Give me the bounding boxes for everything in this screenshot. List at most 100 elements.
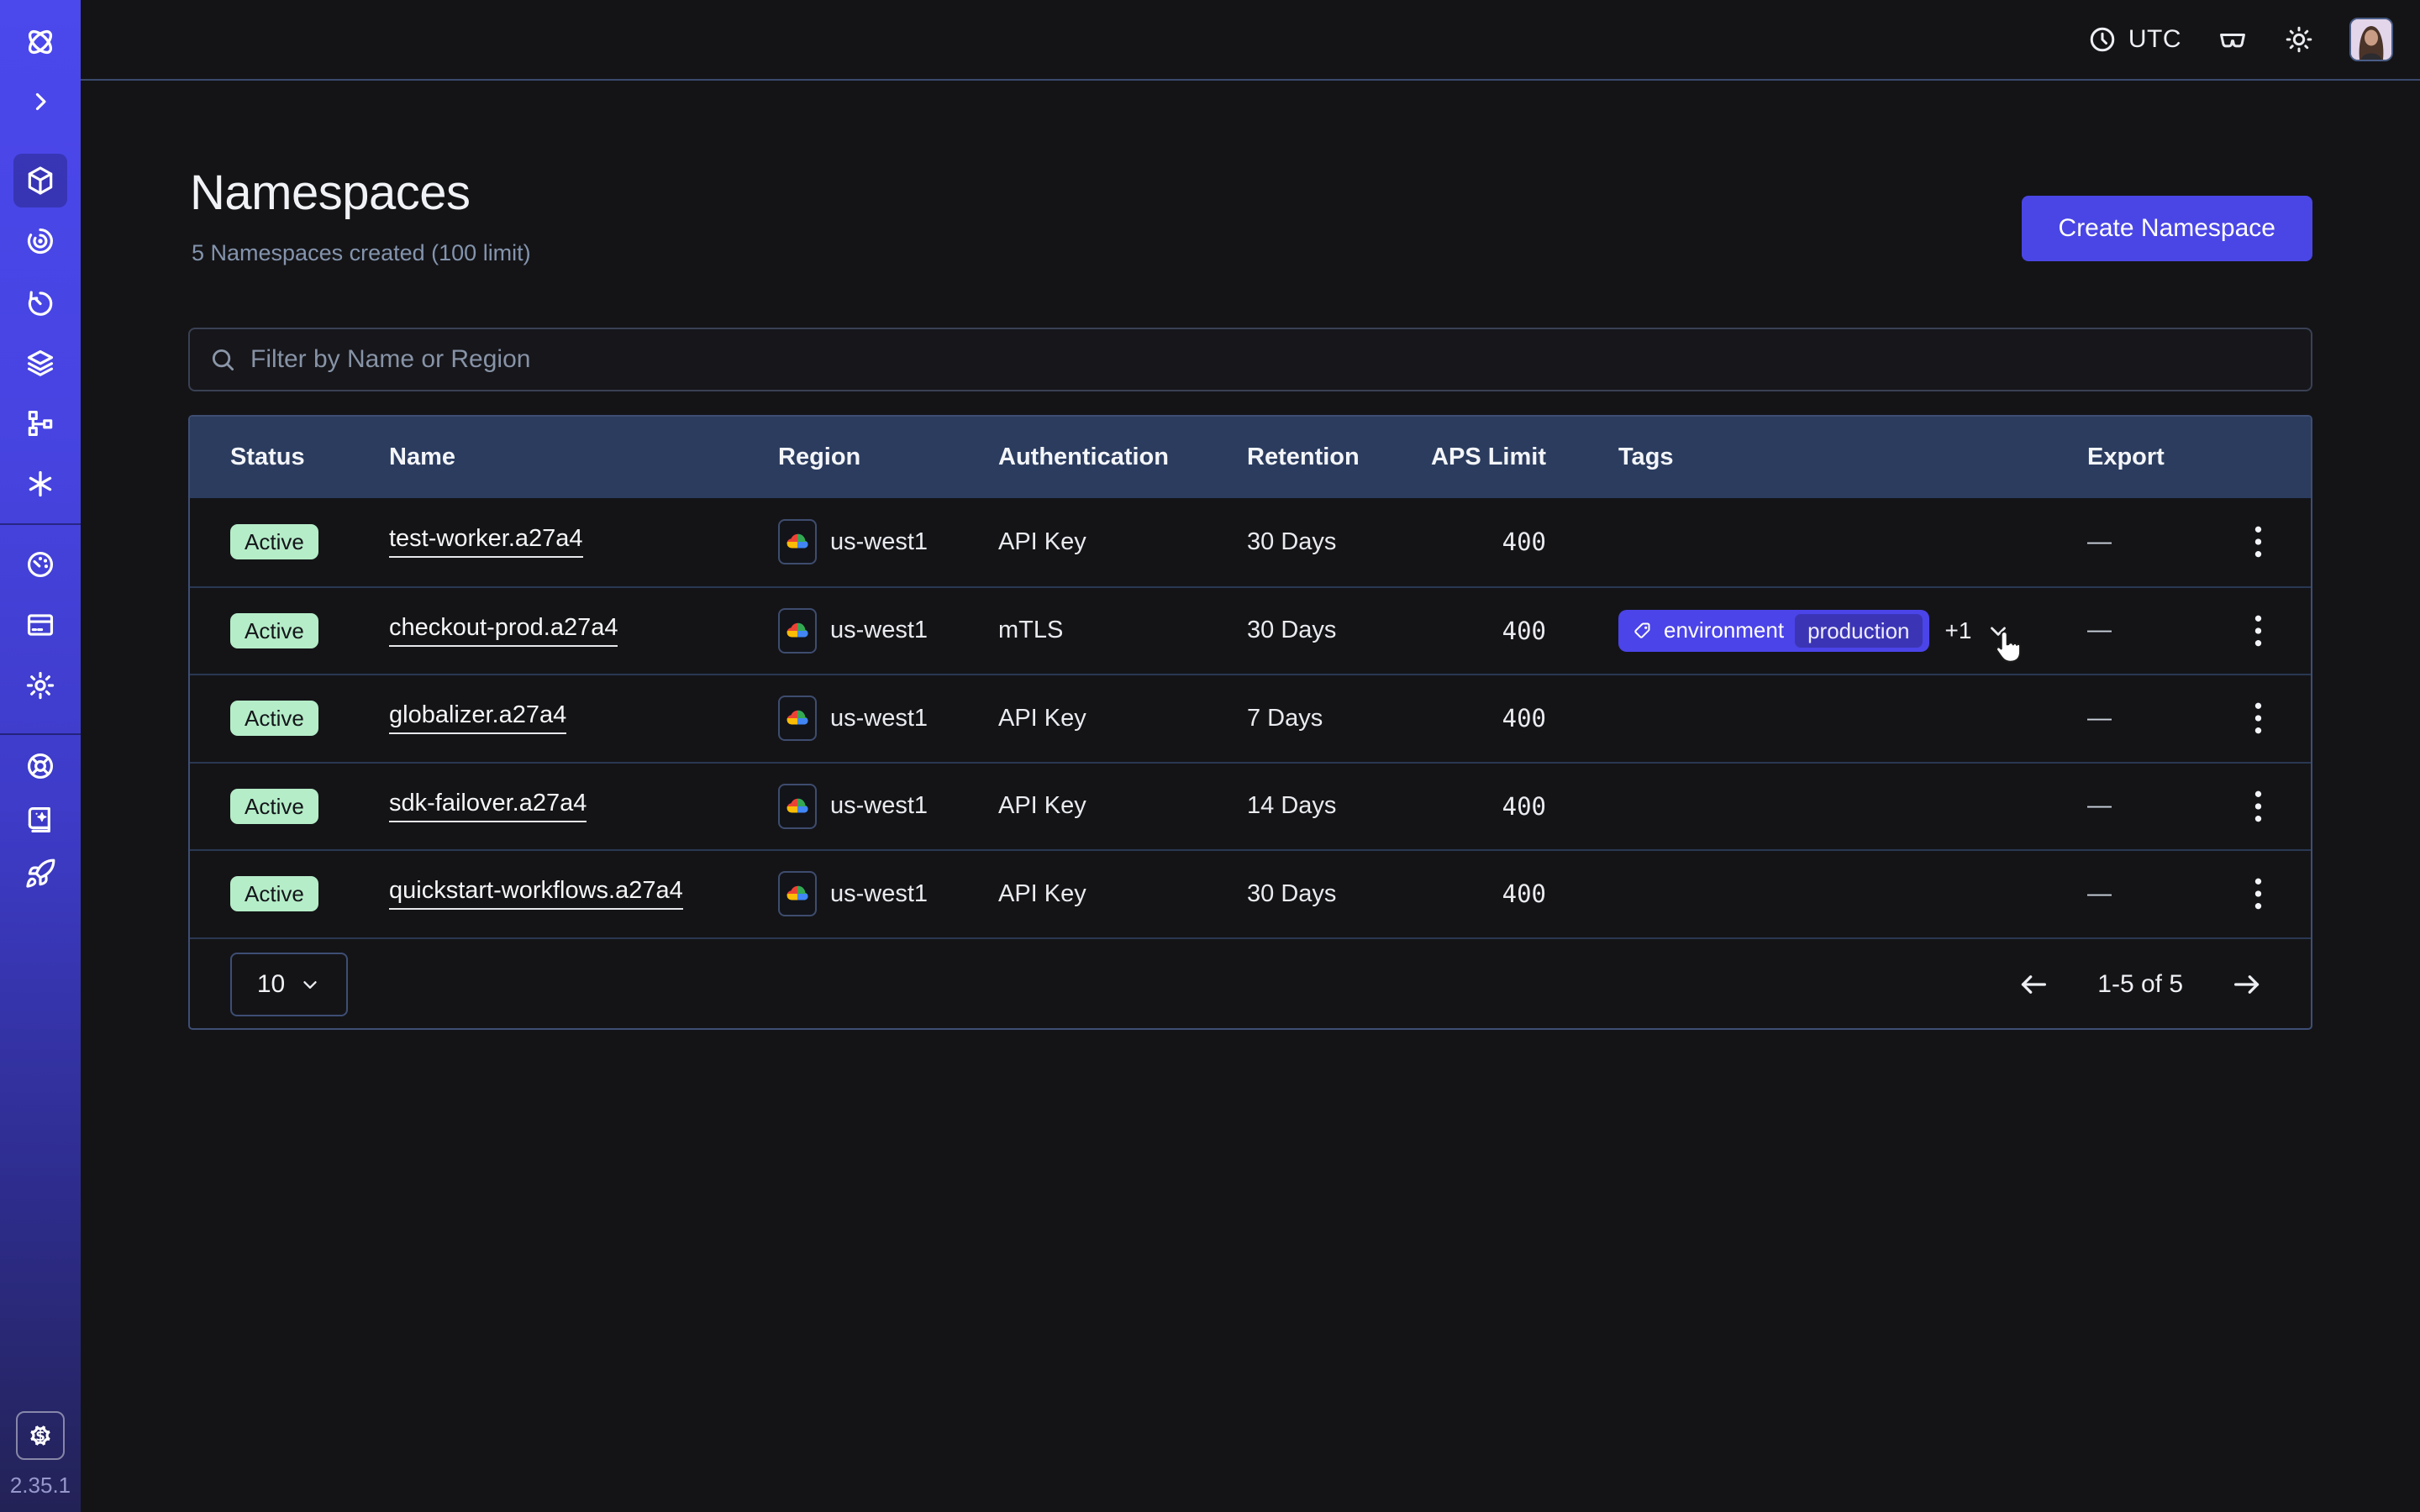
asterisk-icon — [24, 468, 56, 500]
chevron-down-icon — [299, 974, 321, 995]
page-subtitle: 5 Namespaces created (100 limit) — [192, 240, 531, 266]
column-header-aps-limit: APS Limit — [1324, 417, 1546, 498]
table-row: Active checkout-prod.a27a4 us-west1 mTLS… — [190, 586, 2311, 675]
namespace-link[interactable]: checkout-prod.a27a4 — [389, 615, 618, 647]
tag-key: environment — [1664, 617, 1784, 643]
table-row: Active globalizer.a27a4 us-west1 API Key… — [190, 674, 2311, 762]
authentication-cell: API Key — [998, 675, 1086, 762]
region-label: us-west1 — [830, 792, 928, 820]
retention-cell: 30 Days — [1247, 851, 1336, 937]
temporal-logo-icon[interactable] — [13, 15, 67, 69]
gauge-icon — [24, 549, 56, 580]
sun-icon — [2284, 24, 2314, 55]
sidebar-item-nexus[interactable] — [13, 457, 67, 511]
status-badge: Active — [230, 701, 318, 736]
tag-more-count: +1 — [1945, 617, 1972, 644]
region-cell: us-west1 — [778, 851, 928, 937]
status-cell: Active — [230, 675, 318, 762]
kebab-menu-icon — [2253, 524, 2264, 559]
status-badge: Active — [230, 613, 318, 648]
region-label: us-west1 — [830, 528, 928, 556]
column-header-tags: Tags — [1618, 417, 1674, 498]
timezone-selector[interactable]: UTC — [2087, 24, 2181, 55]
column-header-authentication: Authentication — [998, 417, 1169, 498]
row-menu-button[interactable] — [2234, 588, 2281, 675]
row-menu-button[interactable] — [2234, 764, 2281, 850]
retention-cell: 30 Days — [1247, 498, 1336, 586]
sidebar-item-usage-gauge[interactable] — [13, 538, 67, 591]
gear-icon — [24, 669, 56, 701]
authentication-cell: mTLS — [998, 588, 1063, 675]
gcp-cloud-icon — [778, 519, 817, 564]
kebab-menu-icon — [2253, 789, 2264, 824]
billing-card-icon — [24, 609, 56, 641]
status-cell: Active — [230, 498, 318, 586]
export-cell: — — [2087, 675, 2112, 762]
sidebar-divider — [0, 733, 81, 735]
search-icon — [208, 345, 237, 374]
reader-mode-button[interactable] — [2217, 24, 2249, 55]
table-body: Active test-worker.a27a4 us-west1 API Ke… — [190, 498, 2311, 937]
tags-expand-button[interactable] — [1986, 618, 2011, 643]
namespace-link[interactable]: quickstart-workflows.a27a4 — [389, 878, 683, 910]
lifebuoy-icon — [24, 750, 56, 782]
aps-limit-cell: 400 — [1324, 851, 1546, 937]
tag-pill[interactable]: environment production — [1618, 610, 1929, 652]
timer-icon — [24, 286, 56, 318]
filter-input[interactable] — [250, 345, 2292, 374]
sidebar-item-support[interactable] — [13, 739, 67, 793]
authentication-cell: API Key — [998, 498, 1086, 586]
user-avatar[interactable] — [2349, 18, 2393, 61]
namespace-link[interactable]: sdk-failover.a27a4 — [389, 790, 587, 822]
table-header: Status Name Region Authentication Retent… — [190, 417, 2311, 498]
row-menu-button[interactable] — [2234, 498, 2281, 586]
aps-limit-cell: 400 — [1324, 764, 1546, 850]
main-content: Namespaces 5 Namespaces created (100 lim… — [81, 81, 2420, 1512]
name-cell: checkout-prod.a27a4 — [389, 588, 618, 675]
spiral-target-icon — [24, 225, 56, 257]
next-page-button[interactable] — [2230, 968, 2264, 1001]
region-cell: us-west1 — [778, 675, 928, 762]
authentication-cell: API Key — [998, 851, 1086, 937]
sidebar-item-namespaces[interactable] — [13, 154, 67, 207]
sidebar-item-docs[interactable] — [13, 793, 67, 847]
sidebar-item-branch[interactable] — [13, 396, 67, 450]
page-size-select[interactable]: 10 — [230, 953, 348, 1016]
pagination-range-label: 1-5 of 5 — [2097, 970, 2183, 999]
sidebar-item-settings[interactable] — [13, 659, 67, 712]
previous-page-button[interactable] — [2017, 968, 2050, 1001]
name-cell: sdk-failover.a27a4 — [389, 764, 587, 850]
layers-icon — [24, 347, 56, 379]
cube-icon — [24, 165, 56, 197]
region-label: us-west1 — [830, 880, 928, 908]
table-row: Active test-worker.a27a4 us-west1 API Ke… — [190, 498, 2311, 586]
sidebar-item-layers[interactable] — [13, 336, 67, 390]
rocket-icon — [24, 858, 56, 890]
filter-bar — [188, 328, 2312, 391]
export-cell: — — [2087, 588, 2112, 675]
theme-toggle-button[interactable] — [2284, 24, 2314, 55]
row-menu-button[interactable] — [2234, 675, 2281, 762]
sidebar-item-billing[interactable] — [13, 598, 67, 652]
sidebar: $ 2.35.1 — [0, 0, 81, 1512]
name-cell: quickstart-workflows.a27a4 — [389, 851, 683, 937]
retention-cell: 7 Days — [1247, 675, 1323, 762]
branch-icon — [24, 407, 56, 439]
gcp-cloud-icon — [778, 608, 817, 654]
timezone-label: UTC — [2128, 25, 2181, 54]
kebab-menu-icon — [2253, 701, 2264, 736]
sidebar-expand-button[interactable] — [13, 75, 67, 129]
status-cell: Active — [230, 764, 318, 850]
export-cell: — — [2087, 498, 2112, 586]
sidebar-item-timer[interactable] — [13, 276, 67, 329]
credits-coin-button[interactable]: $ — [16, 1411, 65, 1460]
sidebar-item-spiral-target[interactable] — [13, 214, 67, 268]
row-menu-button[interactable] — [2234, 851, 2281, 937]
status-badge: Active — [230, 789, 318, 824]
status-badge: Active — [230, 524, 318, 559]
sidebar-item-getting-started[interactable] — [13, 847, 67, 900]
namespace-link[interactable]: test-worker.a27a4 — [389, 526, 583, 558]
column-header-status: Status — [230, 417, 305, 498]
create-namespace-button[interactable]: Create Namespace — [2022, 196, 2312, 261]
namespace-link[interactable]: globalizer.a27a4 — [389, 702, 566, 734]
